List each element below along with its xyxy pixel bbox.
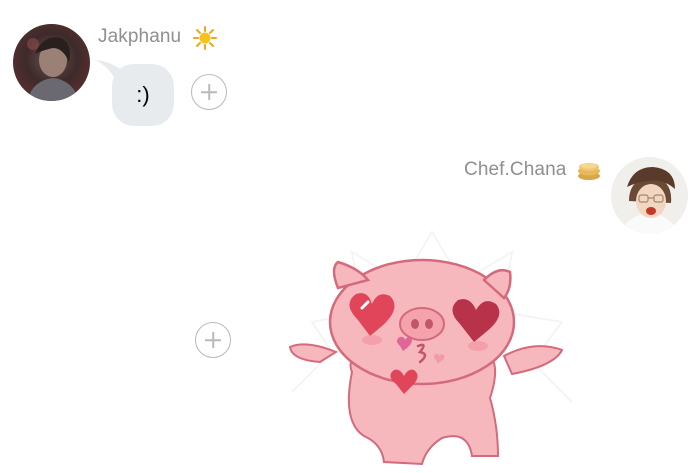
add-reaction-button[interactable] (191, 74, 227, 110)
chef-chana-avatar[interactable] (611, 157, 688, 234)
jakphanu-avatar[interactable] (13, 24, 90, 101)
pancake-icon (577, 159, 601, 181)
sun-icon (193, 26, 217, 50)
pig-in-love-sticker[interactable] (272, 212, 582, 473)
sender-name: Jakphanu (98, 26, 182, 47)
message-text: :) (136, 82, 150, 107)
message-bubble[interactable]: :) (112, 64, 174, 126)
chat-thread: Jakphanu :) Chef.Chana (0, 0, 700, 473)
sender-name: Chef.Chana (464, 159, 567, 180)
add-reaction-button[interactable] (195, 322, 231, 358)
